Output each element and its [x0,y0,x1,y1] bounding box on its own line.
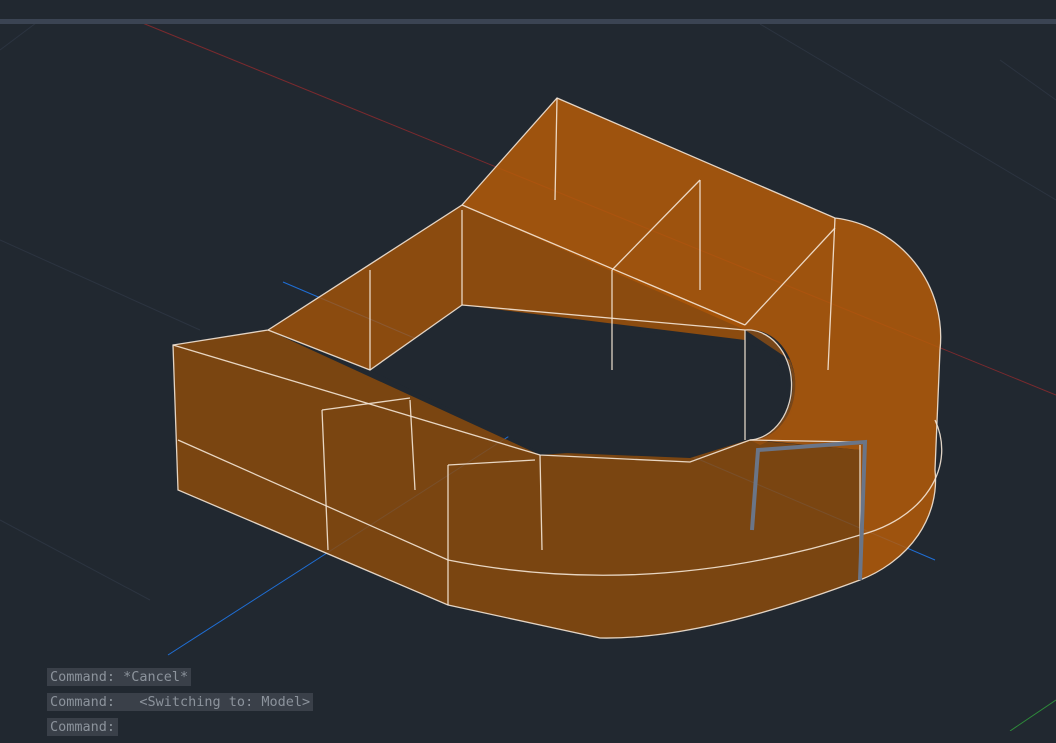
3d-solid-model[interactable] [172,97,943,639]
command-line: Command: *Cancel* [47,668,192,686]
model-space-viewport[interactable] [0,0,1056,731]
command-line: Command: <Switching to: Model> [47,693,314,711]
command-prompt[interactable]: Command: [47,718,119,736]
viewport-top-border [0,19,1056,24]
z-axis-line [1009,699,1056,731]
command-history: Command: *Cancel* Command: <Switching to… [47,666,314,741]
